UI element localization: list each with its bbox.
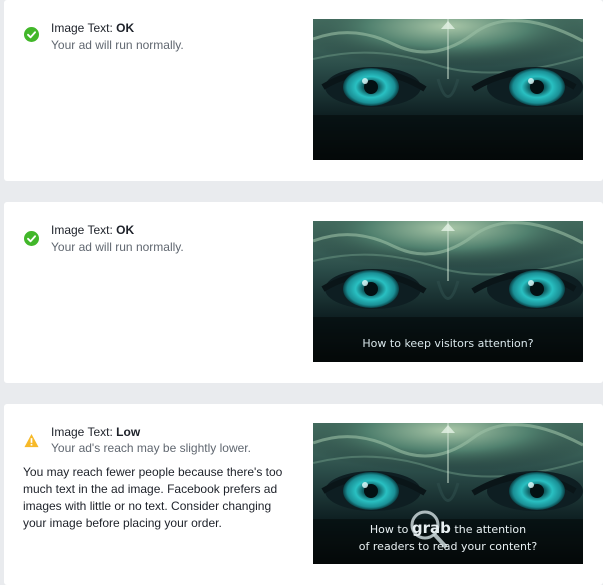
status-subtitle: Your ad's reach may be slightly lower. (51, 441, 251, 455)
caption-text-end: the attention (454, 523, 527, 536)
image-text-label: Image Text: (51, 425, 113, 439)
image-text-rating: OK (116, 21, 135, 35)
image-caption: How to keep visitors attention? (362, 337, 534, 350)
status-subtitle: Your ad will run normally. (51, 38, 184, 52)
caption-emphasis: grab (411, 519, 451, 537)
ad-check-card: Image Text: Low Your ad's reach may be s… (4, 404, 603, 585)
image-text-status: Image Text: OK (51, 223, 134, 237)
image-text-label: Image Text: (51, 21, 113, 35)
caption-line-2: of readers to read your content? (358, 540, 538, 553)
image-text-rating: Low (116, 425, 141, 439)
ad-image-preview: How to grab the attention of readers to … (313, 423, 583, 564)
ad-image-preview: How to keep visitors attention? (313, 221, 583, 362)
image-text-label: Image Text: (51, 223, 113, 237)
ad-image-preview (313, 19, 583, 160)
ad-image (313, 19, 583, 160)
image-text-status: Image Text: Low (51, 425, 140, 439)
image-caption: How to grab the attention of readers to … (313, 520, 583, 555)
caption-text-start: How to (369, 523, 409, 536)
warning-triangle-icon (24, 433, 39, 448)
check-circle-icon (24, 27, 39, 42)
image-text-status: Image Text: OK (51, 21, 134, 35)
ad-check-card: Image Text: OK Your ad will run normally… (4, 0, 603, 181)
warning-description: You may reach fewer people because there… (23, 465, 283, 530)
ad-check-card: Image Text: OK Your ad will run normally… (4, 202, 603, 383)
check-circle-icon (24, 231, 39, 246)
image-text-rating: OK (116, 223, 135, 237)
status-subtitle: Your ad will run normally. (51, 240, 184, 254)
